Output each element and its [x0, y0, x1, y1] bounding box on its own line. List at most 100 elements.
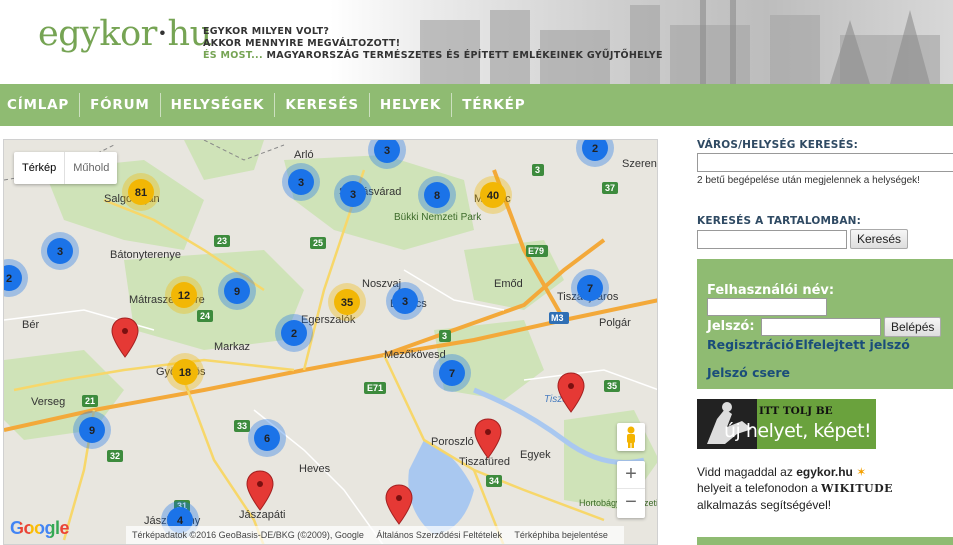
wikitude-logo[interactable]: WIKITUDE — [821, 482, 893, 495]
map-cluster-marker[interactable]: 35 — [328, 283, 366, 321]
road-shield: 23 — [214, 235, 230, 247]
zoom-out-button[interactable]: − — [617, 489, 645, 517]
place-label: Jászapáti — [239, 509, 285, 521]
place-label: Szerencs — [622, 158, 658, 170]
svg-text:21: 21 — [85, 396, 95, 406]
forgot-password-link[interactable]: Elfelejtett jelszó — [795, 337, 910, 352]
wikitude-promo: Vidd magaddal az egykor.hu ✶ helyeit a t… — [697, 465, 894, 512]
svg-text:33: 33 — [237, 421, 247, 431]
sidebar-section-bar — [697, 537, 953, 545]
map-cluster-marker[interactable]: 3 — [334, 175, 372, 213]
nav-item-forum[interactable]: FÓRUM — [80, 93, 161, 117]
svg-text:8: 8 — [434, 190, 440, 202]
search-button[interactable]: Keresés — [850, 229, 909, 249]
banner-line-1: ITT TOLJ BE — [759, 405, 833, 417]
nav-item-helysegek[interactable]: HELYSÉGEK — [161, 93, 276, 117]
nav-item-helyek[interactable]: HELYEK — [370, 93, 453, 117]
svg-text:3: 3 — [384, 145, 390, 157]
brand-name[interactable]: egykor.hu — [796, 465, 853, 479]
map-type-satellite-button[interactable]: Műhold — [64, 152, 117, 184]
nav-item-kereses[interactable]: KERESÉS — [275, 93, 370, 117]
map-pin-icon[interactable] — [111, 317, 139, 358]
login-box: Felhasználói név: Jelszó: Belépés Regisz… — [697, 259, 953, 389]
content-search-label: KERESÉS A TARTALOMBAN: — [697, 215, 862, 227]
svg-text:6: 6 — [264, 433, 270, 445]
map-attribution: Térképadatok ©2016 GeoBasis-DE/BKG (©200… — [126, 526, 624, 544]
map-view[interactable]: Salgótarján Bátonyterenye Mátraszentimre… — [3, 139, 658, 545]
site-logo[interactable]: egykor·hu — [38, 14, 212, 54]
map-cluster-marker[interactable]: 3 — [282, 163, 320, 201]
svg-text:37: 37 — [605, 183, 615, 193]
svg-text:2: 2 — [592, 143, 598, 155]
map-pin-icon[interactable] — [557, 372, 585, 413]
register-link[interactable]: Regisztráció — [707, 337, 794, 352]
svg-text:18: 18 — [179, 367, 191, 379]
map-cluster-marker[interactable]: 7 — [571, 269, 609, 307]
terms-link[interactable]: Általános Szerződési Feltételek — [376, 530, 502, 540]
svg-text:25: 25 — [313, 238, 323, 248]
upload-place-banner[interactable]: ITT TOLJ BE új helyet, képet! — [697, 399, 876, 449]
road-shield: 33 — [234, 420, 250, 432]
map-type-map-button[interactable]: Térkép — [14, 152, 64, 184]
map-cluster-marker[interactable]: 3 — [41, 232, 79, 270]
map-cluster-marker[interactable]: 2 — [576, 140, 614, 167]
city-search-input[interactable] — [697, 153, 953, 172]
map-canvas[interactable]: Salgótarján Bátonyterenye Mátraszentimre… — [4, 140, 658, 545]
nav-item-terkep[interactable]: TÉRKÉP — [452, 93, 535, 117]
road-shield: 37 — [602, 182, 618, 194]
place-label: Emőd — [494, 278, 523, 290]
google-logo[interactable]: Google — [10, 518, 70, 539]
banner-line-2: új helyet, képet! — [724, 420, 872, 442]
city-search-label: VÁROS/HELYSÉG KERESÉS: — [697, 139, 859, 151]
map-cluster-marker[interactable]: 2 — [4, 259, 28, 297]
svg-text:3: 3 — [298, 177, 304, 189]
road-shield: 3 — [532, 164, 544, 176]
svg-text:81: 81 — [135, 187, 147, 199]
report-map-error-link[interactable]: Térképhiba bejelentése — [514, 530, 608, 540]
map-cluster-marker[interactable]: 6 — [248, 419, 286, 457]
map-cluster-marker[interactable]: 12 — [165, 276, 203, 314]
map-cluster-marker[interactable]: 40 — [474, 176, 512, 214]
map-cluster-marker[interactable]: 3 — [386, 282, 424, 320]
road-shield: 25 — [310, 237, 326, 249]
map-pin-icon[interactable] — [385, 484, 413, 525]
content-search-input[interactable] — [697, 230, 847, 249]
zoom-in-button[interactable]: + — [617, 461, 645, 489]
map-cluster-marker[interactable]: 9 — [218, 272, 256, 310]
place-label: Mezőkövesd — [384, 349, 446, 361]
svg-text:12: 12 — [178, 290, 190, 302]
map-cluster-marker[interactable]: 2 — [275, 314, 313, 352]
map-cluster-marker[interactable]: 9 — [73, 411, 111, 449]
map-cluster-marker[interactable]: 18 — [166, 353, 204, 391]
svg-text:7: 7 — [449, 368, 455, 380]
password-input[interactable] — [761, 318, 881, 336]
map-pin-icon[interactable] — [474, 418, 502, 459]
svg-text:34: 34 — [489, 476, 499, 486]
map-pin-icon[interactable] — [246, 470, 274, 511]
map-cluster-marker[interactable]: 8 — [418, 176, 456, 214]
map-type-switcher: Térkép Műhold — [14, 152, 118, 184]
sidebar: VÁROS/HELYSÉG KERESÉS: 2 betű begépelése… — [697, 139, 953, 545]
svg-text:35: 35 — [607, 381, 617, 391]
username-input[interactable] — [707, 298, 827, 316]
login-button[interactable]: Belépés — [884, 317, 942, 337]
map-cluster-marker[interactable]: 7 — [433, 354, 471, 392]
place-label: Markaz — [214, 341, 250, 353]
road-shield: 3 — [439, 330, 451, 342]
road-shield: E79 — [526, 245, 548, 257]
map-cluster-marker[interactable]: 81 — [122, 173, 160, 211]
place-label: Tiszafüred — [459, 456, 510, 468]
svg-text:E79: E79 — [528, 246, 544, 256]
place-label: Polgár — [599, 317, 631, 329]
road-shield: 32 — [107, 450, 123, 462]
site-tagline: EGYKOR MILYEN VOLT? AKKOR MENNYIRE MEGVÁ… — [203, 26, 663, 61]
road-shield: 35 — [604, 380, 620, 392]
attribution-text: Térképadatok ©2016 GeoBasis-DE/BKG (©200… — [132, 530, 364, 540]
nav-item-cimlap[interactable]: CÍMLAP — [0, 93, 81, 117]
change-password-link[interactable]: Jelszó csere — [707, 365, 790, 380]
place-label: Verseg — [31, 396, 65, 408]
place-label: Heves — [299, 463, 331, 475]
svg-text:32: 32 — [110, 451, 120, 461]
street-view-pegman-icon[interactable] — [617, 423, 645, 451]
svg-text:35: 35 — [341, 297, 353, 309]
